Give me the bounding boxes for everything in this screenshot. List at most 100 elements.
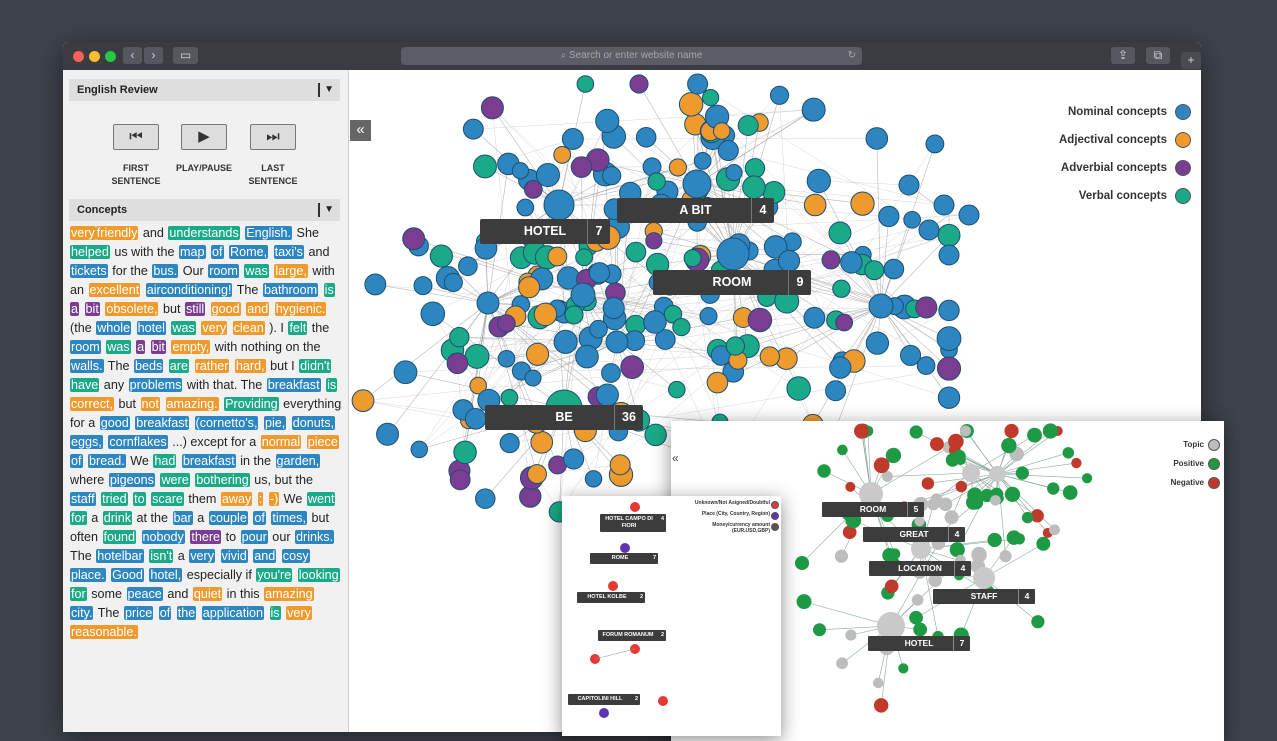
concept-token[interactable]: place. (70, 568, 106, 582)
concept-token[interactable]: very (189, 549, 215, 563)
concept-token[interactable]: looking (298, 568, 340, 582)
concept-token[interactable]: there (190, 530, 221, 544)
concept-token[interactable]: is (270, 606, 281, 620)
node-label-hotel[interactable]: HOTEL7 (480, 219, 610, 244)
concept-token[interactable]: good (211, 302, 241, 316)
concept-token[interactable]: problems (129, 378, 183, 392)
concept-token[interactable]: tickets (70, 264, 108, 278)
concept-token[interactable]: peace (127, 587, 163, 601)
concept-token[interactable]: English. (245, 226, 292, 240)
concept-token[interactable]: price (124, 606, 153, 620)
first-sentence-button[interactable]: ⏮ (113, 124, 159, 150)
concept-token[interactable]: excellent (89, 283, 141, 297)
concept-token[interactable]: hard, (235, 359, 266, 373)
entity-label-forum-romanum[interactable]: FORUM ROMANUM2 (598, 630, 666, 641)
concept-token[interactable]: was (171, 321, 195, 335)
concept-token[interactable]: very (286, 606, 312, 620)
zoom-window-button[interactable] (105, 51, 116, 62)
concept-token[interactable]: (cornetto's, (195, 416, 259, 430)
concept-token[interactable]: was (106, 340, 130, 354)
concept-token[interactable]: you're (256, 568, 292, 582)
concept-token[interactable]: hotel, (149, 568, 182, 582)
concept-token[interactable]: very (201, 321, 227, 335)
concept-token[interactable]: have (70, 378, 99, 392)
concept-token[interactable]: amazing. (166, 397, 219, 411)
concept-token[interactable]: scare (151, 492, 184, 506)
entity-label-hotel-kolbe[interactable]: HOTEL KOLBE2 (577, 592, 645, 603)
concept-token[interactable]: Providing (224, 397, 279, 411)
concept-token[interactable]: amazing (264, 587, 314, 601)
topic-label-location[interactable]: LOCATION4 (869, 561, 971, 576)
concept-token[interactable]: large, (274, 264, 308, 278)
concept-token[interactable]: very (70, 226, 96, 240)
concept-token[interactable]: eggs, (70, 435, 103, 449)
concept-token[interactable]: are (169, 359, 189, 373)
concept-token[interactable]: breakfast (182, 454, 236, 468)
concept-token[interactable]: reasonable. (70, 625, 138, 639)
concept-token[interactable]: and (253, 549, 276, 563)
forward-button[interactable]: › (144, 47, 163, 64)
concept-token[interactable]: tried (101, 492, 128, 506)
concept-token[interactable]: cosy (282, 549, 310, 563)
node-label-room[interactable]: ROOM9 (653, 270, 811, 295)
chevron-down-icon[interactable]: ▼ (324, 79, 334, 101)
concept-token[interactable]: pigeons (109, 473, 155, 487)
concept-token[interactable]: of (211, 245, 224, 259)
concept-token[interactable]: room (70, 340, 101, 354)
concept-token[interactable]: hotel (137, 321, 166, 335)
concept-token[interactable]: bread. (88, 454, 126, 468)
concept-token[interactable]: was (244, 264, 268, 278)
concept-token[interactable]: the (177, 606, 197, 620)
new-tab-button[interactable]: + (1181, 52, 1201, 69)
last-sentence-button[interactable]: ⏭ (250, 124, 296, 150)
play-pause-button[interactable]: ▶ (181, 124, 227, 150)
node-label-be[interactable]: BE36 (485, 405, 643, 430)
concept-token[interactable]: garden, (276, 454, 321, 468)
concept-token[interactable]: to (133, 492, 146, 506)
topic-label-great[interactable]: GREAT4 (863, 527, 965, 542)
concept-token[interactable]: pie, (264, 416, 286, 430)
concept-token[interactable]: went (307, 492, 336, 506)
concept-token[interactable]: bothering (195, 473, 250, 487)
concept-token[interactable]: rather (195, 359, 230, 373)
concept-token[interactable]: a (136, 340, 145, 354)
concept-token[interactable]: nobody (142, 530, 185, 544)
topic-label-hotel[interactable]: HOTEL7 (868, 636, 970, 651)
share-button[interactable]: ⇪ (1111, 47, 1135, 64)
entity-label-hotel-campo-di-fiori[interactable]: HOTEL CAMPO DI FIORI4 (600, 514, 666, 532)
concept-token[interactable]: obsolete, (105, 302, 158, 316)
concept-token[interactable]: not (141, 397, 161, 411)
node-label-a-bit[interactable]: A BIT4 (617, 198, 774, 223)
chevron-down-icon[interactable]: ▼ (324, 199, 334, 221)
concept-token[interactable]: bit (85, 302, 100, 316)
concept-token[interactable]: map (179, 245, 206, 259)
concept-token[interactable]: didn't (299, 359, 331, 373)
concept-token[interactable]: Good (111, 568, 144, 582)
concept-token[interactable]: hotelbar (96, 549, 144, 563)
concept-token[interactable]: were (160, 473, 189, 487)
concept-token[interactable]: bar (173, 511, 193, 525)
entity-label-capitolini-hill[interactable]: CAPITOLINI HILL2 (568, 694, 640, 705)
concept-token[interactable]: piece (307, 435, 339, 449)
concept-token[interactable]: clean (233, 321, 265, 335)
concept-token[interactable]: hygienic. (275, 302, 327, 316)
concept-token[interactable]: helped (70, 245, 110, 259)
collapse-sidebar-button[interactable]: « (350, 120, 371, 141)
address-bar[interactable]: ⌕ Search or enter website name ↻ (401, 47, 862, 65)
concept-token[interactable]: whole (96, 321, 131, 335)
concept-token[interactable]: couple (209, 511, 248, 525)
concept-token[interactable]: good (100, 416, 130, 430)
concept-token[interactable]: staff (70, 492, 96, 506)
concept-token[interactable]: -) (269, 492, 279, 506)
concept-token[interactable]: a (70, 302, 79, 316)
concept-token[interactable]: bathroom (263, 283, 318, 297)
concept-token[interactable]: walls. (70, 359, 104, 373)
concept-token[interactable]: of (253, 511, 266, 525)
topic-label-staff[interactable]: STAFF4 (933, 589, 1035, 604)
concept-token[interactable]: airconditioning! (146, 283, 233, 297)
concept-token[interactable]: cornflakes (108, 435, 167, 449)
concept-token[interactable]: correct, (70, 397, 114, 411)
concept-token[interactable]: felt (288, 321, 307, 335)
concept-token[interactable]: empty, (171, 340, 210, 354)
concept-token[interactable]: is (326, 378, 337, 392)
